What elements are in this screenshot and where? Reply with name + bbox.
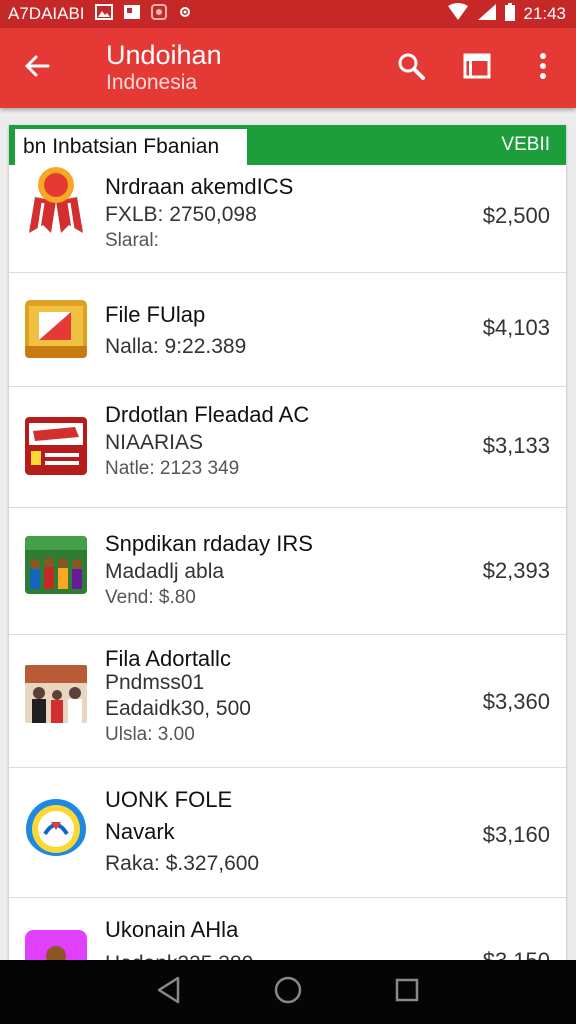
item-price: $2,500: [482, 203, 550, 228]
item-meta: Slaral:: [105, 230, 159, 251]
back-triangle-icon: [156, 976, 182, 1009]
list-item[interactable]: File FUlap Nalla: 9:22.389 $4,103: [9, 273, 566, 387]
item-title: Drdotlan Fleadad AC: [105, 402, 310, 427]
window-icon: [463, 53, 491, 84]
home-circle-icon: [273, 975, 303, 1010]
list-item[interactable]: UONK FOLE Navark Raka: $.327,600 $3,160: [9, 768, 566, 898]
round-emblem-icon: [25, 798, 87, 856]
item-title: Nrdraan akemdICS: [105, 174, 294, 199]
item-title: Fila Adortallc: [105, 646, 231, 671]
item-detail: NIAARIAS: [105, 431, 204, 454]
item-title: File FUlap: [105, 302, 206, 327]
battery-icon: [505, 2, 516, 26]
list-item[interactable]: Fila Adortallc Pndmss01 Eadaidk30, 500 U…: [9, 635, 566, 768]
item-title: Snpdikan rdaday IRS: [105, 531, 313, 556]
card-header-label: bn Inbatsian Fbanian: [15, 129, 247, 165]
ribbon-badge-icon: [25, 167, 87, 233]
folder-app-icon: [25, 300, 87, 358]
item-detail: Nalla: 9:22.389: [105, 335, 247, 358]
list-item[interactable]: Nrdraan akemdICS FXLB: 2750,098 Slaral: …: [9, 165, 566, 273]
item-meta-2: Ulsla: 3.00: [105, 724, 195, 745]
item-price: $3,160: [482, 822, 550, 847]
item-title: Ukonain AHla: [105, 917, 239, 942]
status-left-text: A7DAIABI: [8, 4, 85, 23]
arrow-back-icon: [23, 52, 51, 85]
list-item[interactable]: Snpdikan rdaday IRS Madadlj abla Vend: $…: [9, 508, 566, 635]
page-subtitle: Indonesia: [106, 71, 198, 94]
photo-icon: [123, 4, 141, 25]
list-item[interactable]: Ukonain AHla Hedank225 380 $3,150: [9, 898, 566, 965]
wifi-icon: [447, 2, 469, 26]
status-time: 21:43: [523, 4, 566, 23]
app-bar: Undoihan Indonesia: [0, 28, 576, 108]
window-button[interactable]: [444, 28, 510, 108]
back-button[interactable]: [0, 28, 74, 108]
group-photo-icon: [25, 536, 87, 594]
signal-icon: [477, 3, 497, 26]
item-detail: FXLB: 2750,098: [105, 203, 257, 226]
people-photo-icon: [25, 665, 87, 723]
item-meta: Vend: $.80: [105, 587, 196, 608]
item-price: $4,103: [482, 315, 550, 340]
recents-square-icon: [394, 977, 420, 1008]
item-title: UONK FOLE: [105, 787, 233, 812]
item-price: $2,393: [482, 558, 550, 583]
item-meta: Raka: $.327,600: [105, 852, 260, 875]
status-bar: A7DAIABI 21:43: [0, 0, 576, 28]
more-vert-icon: [538, 52, 548, 85]
page-title: Undoihan: [106, 40, 222, 70]
search-button[interactable]: [378, 28, 444, 108]
item-detail: Navark: [105, 819, 175, 844]
more-options-button[interactable]: [510, 28, 576, 108]
item-price: $3,133: [482, 433, 550, 458]
search-icon: [396, 51, 426, 86]
card-header-action[interactable]: VEBII: [501, 125, 550, 165]
nav-bar: [0, 960, 576, 1024]
settings-icon: [177, 4, 193, 25]
item-meta: Natle: 2123 349: [105, 458, 240, 479]
item-detail: Madadlj abla: [105, 560, 225, 583]
results-card: bn Inbatsian Fbanian VEBII Nrdraan akemd…: [9, 125, 566, 965]
item-meta: Eadaidk30, 500: [105, 697, 251, 720]
card-header: bn Inbatsian Fbanian VEBII: [9, 125, 566, 165]
nav-home-button[interactable]: [258, 962, 318, 1022]
red-banner-icon: [25, 417, 87, 475]
app-icon: [150, 3, 167, 25]
nav-back-button[interactable]: [139, 962, 199, 1022]
list-item[interactable]: Drdotlan Fleadad AC NIAARIAS Natle: 2123…: [9, 387, 566, 508]
item-detail: Pndmss01: [105, 671, 205, 694]
nav-recents-button[interactable]: [377, 962, 437, 1022]
item-price: $3,360: [482, 689, 550, 714]
gallery-icon: [94, 3, 113, 25]
